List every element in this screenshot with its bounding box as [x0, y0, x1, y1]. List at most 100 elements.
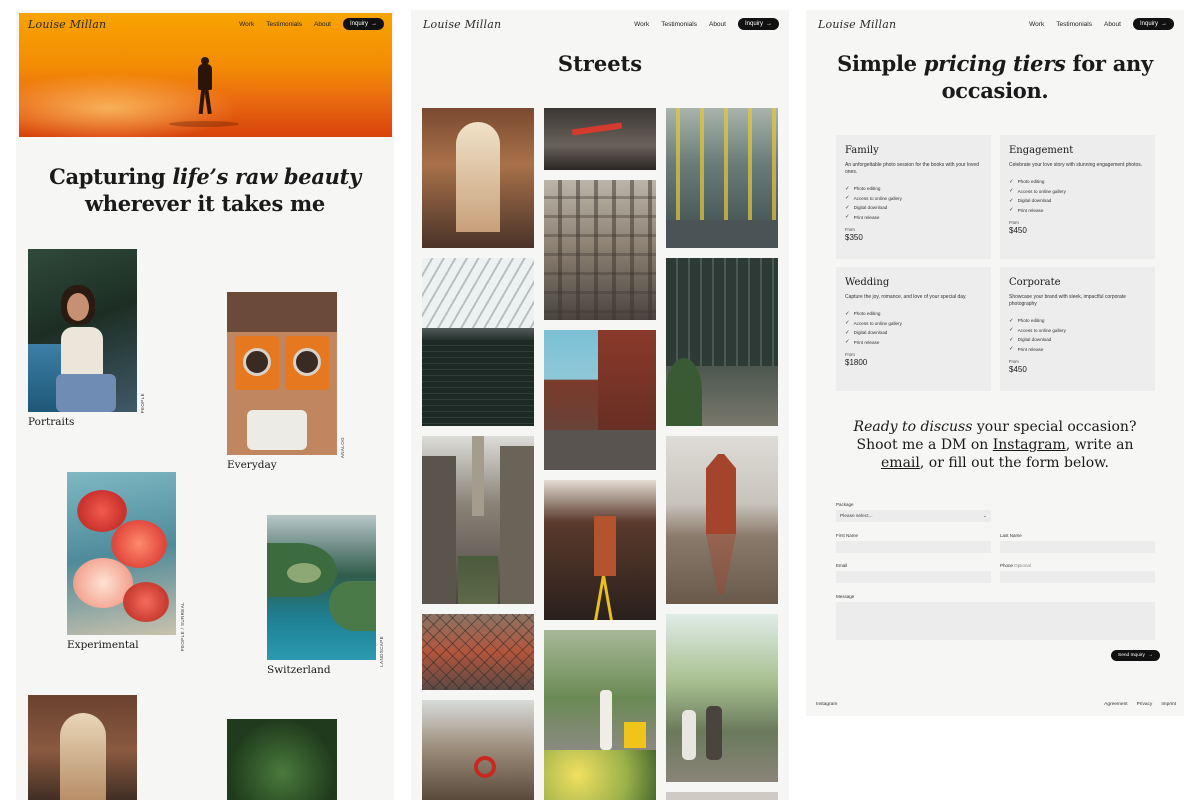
package-select[interactable]: Please select... ⌄ [836, 510, 991, 522]
arrow-right-icon: → [1147, 653, 1153, 658]
check-icon: ✓ [1009, 346, 1014, 353]
message-label: Message [836, 594, 855, 599]
nav-about-link[interactable]: About [314, 21, 331, 28]
feature-item: ✓ Photo editing [1009, 178, 1045, 185]
send-label: Send Inquiry [1118, 653, 1145, 658]
street-photo[interactable] [422, 258, 534, 426]
logo[interactable]: Louise Millan [423, 18, 501, 31]
street-photo[interactable] [422, 108, 534, 248]
pricing-title-text: Simple [837, 51, 924, 76]
street-photo[interactable] [544, 480, 656, 620]
nav-work-link[interactable]: Work [1029, 21, 1044, 28]
cta-emphasis: Ready to discuss [853, 419, 973, 435]
nav-testimonials-link[interactable]: Testimonials [1056, 21, 1092, 28]
switzerland-label[interactable]: Switzerland [267, 664, 331, 676]
logo[interactable]: Louise Millan [818, 18, 896, 31]
logo[interactable]: Louise Millan [28, 18, 106, 31]
forest-photo[interactable] [227, 719, 337, 800]
street-photo[interactable] [666, 108, 778, 248]
instagram-link[interactable]: Instagram [993, 437, 1066, 453]
message-field[interactable] [836, 602, 1155, 640]
feature-item: ✓ Print release [1009, 207, 1044, 214]
footer-privacy-link[interactable]: Privacy [1137, 702, 1153, 707]
tier-card-wedding: Wedding Capture the joy, romance, and lo… [836, 267, 991, 391]
tier-price: $450 [1009, 365, 1027, 374]
check-icon: ✓ [1009, 336, 1014, 343]
first-name-field[interactable] [836, 541, 991, 553]
tier-name: Engagement [1009, 145, 1074, 156]
check-icon: ✓ [845, 329, 850, 336]
nav-about-link[interactable]: About [709, 21, 726, 28]
inquiry-button[interactable]: Inquiry → [737, 18, 779, 30]
street-photo[interactable] [544, 180, 656, 320]
street-photo[interactable] [422, 436, 534, 604]
home-headline: Capturing life’s raw beauty wherever it … [16, 163, 394, 217]
tier-from-label: From [845, 352, 855, 357]
arrow-right-icon: → [371, 21, 377, 27]
feature-item: ✓ Digital download [1009, 336, 1052, 343]
street-photo[interactable] [544, 330, 656, 470]
pricing-title-emphasis: pricing tiers [923, 51, 1066, 76]
tier-from-label: From [1009, 220, 1019, 225]
tier-card-engagement: Engagement Celebrate your love story wit… [1000, 135, 1155, 259]
tier-card-corporate: Corporate Showcase your brand with sleek… [1000, 267, 1155, 391]
send-inquiry-button[interactable]: Send Inquiry → [1111, 650, 1160, 661]
arrow-right-icon: → [1161, 21, 1167, 27]
nav-about-link[interactable]: About [1104, 21, 1121, 28]
last-name-field[interactable] [1000, 541, 1155, 553]
experimental-label[interactable]: Experimental [67, 639, 139, 651]
feature-item: ✓ Photo editing [845, 185, 881, 192]
footer-links: Agreement Privacy Imprint [1104, 702, 1176, 707]
footer-instagram-link[interactable]: Instagram [816, 702, 837, 707]
street-photo[interactable] [666, 436, 778, 604]
email-link[interactable]: email [881, 455, 920, 471]
tier-price: $1800 [845, 358, 868, 367]
portraits-photo[interactable] [28, 249, 137, 412]
last-name-label: Last Name [1000, 533, 1022, 538]
nav-testimonials-link[interactable]: Testimonials [661, 21, 697, 28]
cta-text: , or fill out the form below. [919, 455, 1109, 471]
check-icon: ✓ [845, 214, 850, 221]
portraits-tag: PEOPLE [140, 393, 145, 414]
feature-item: ✓ Print release [845, 214, 880, 221]
nav-work-link[interactable]: Work [239, 21, 254, 28]
footer-imprint-link[interactable]: Imprint [1161, 702, 1176, 707]
footer: Instagram Agreement Privacy Imprint [816, 702, 1176, 707]
street-photo[interactable] [422, 614, 534, 690]
page-title: Streets [557, 51, 643, 76]
email-field[interactable] [836, 571, 991, 583]
switzerland-photo[interactable] [267, 515, 376, 660]
phone-field[interactable] [1000, 571, 1155, 583]
footer-agreement-link[interactable]: Agreement [1104, 702, 1127, 707]
check-icon: ✓ [1009, 197, 1014, 204]
tier-description: Showcase your brand with sleek, impactfu… [1009, 294, 1127, 307]
check-icon: ✓ [845, 195, 850, 202]
phone-label: Phone Optional [1000, 563, 1031, 568]
nav-links: Work Testimonials About Inquiry → [1029, 18, 1174, 30]
everyday-label[interactable]: Everyday [227, 459, 277, 471]
nav-links: Work Testimonials About Inquiry → [634, 18, 779, 30]
nav-work-link[interactable]: Work [634, 21, 649, 28]
feature-item: ✓ Access to online gallery [845, 195, 902, 202]
portraits-label[interactable]: Portraits [28, 416, 74, 428]
experimental-photo[interactable] [67, 472, 176, 635]
top-nav: Louise Millan Work Testimonials About In… [16, 10, 394, 38]
inquiry-button[interactable]: Inquiry → [342, 18, 384, 30]
street-photo[interactable] [666, 614, 778, 782]
street-photo[interactable] [544, 630, 656, 800]
street-photo[interactable] [666, 792, 778, 800]
nav-testimonials-link[interactable]: Testimonials [266, 21, 302, 28]
nav-links: Work Testimonials About Inquiry → [239, 18, 384, 30]
tier-price: $350 [845, 233, 863, 242]
switzerland-tag: LANDSCAPE [379, 636, 384, 667]
tier-from-label: From [845, 227, 855, 232]
everyday-photo[interactable] [227, 292, 337, 455]
pricing-title: Simple pricing tiers for any occasion. [806, 50, 1184, 104]
inquiry-label: Inquiry [349, 21, 368, 27]
feature-item: ✓ Print release [1009, 346, 1044, 353]
street-photo[interactable] [422, 700, 534, 800]
arcade-photo[interactable] [28, 695, 137, 800]
street-photo[interactable] [544, 108, 656, 170]
inquiry-button[interactable]: Inquiry → [1132, 18, 1174, 30]
street-photo[interactable] [666, 258, 778, 426]
